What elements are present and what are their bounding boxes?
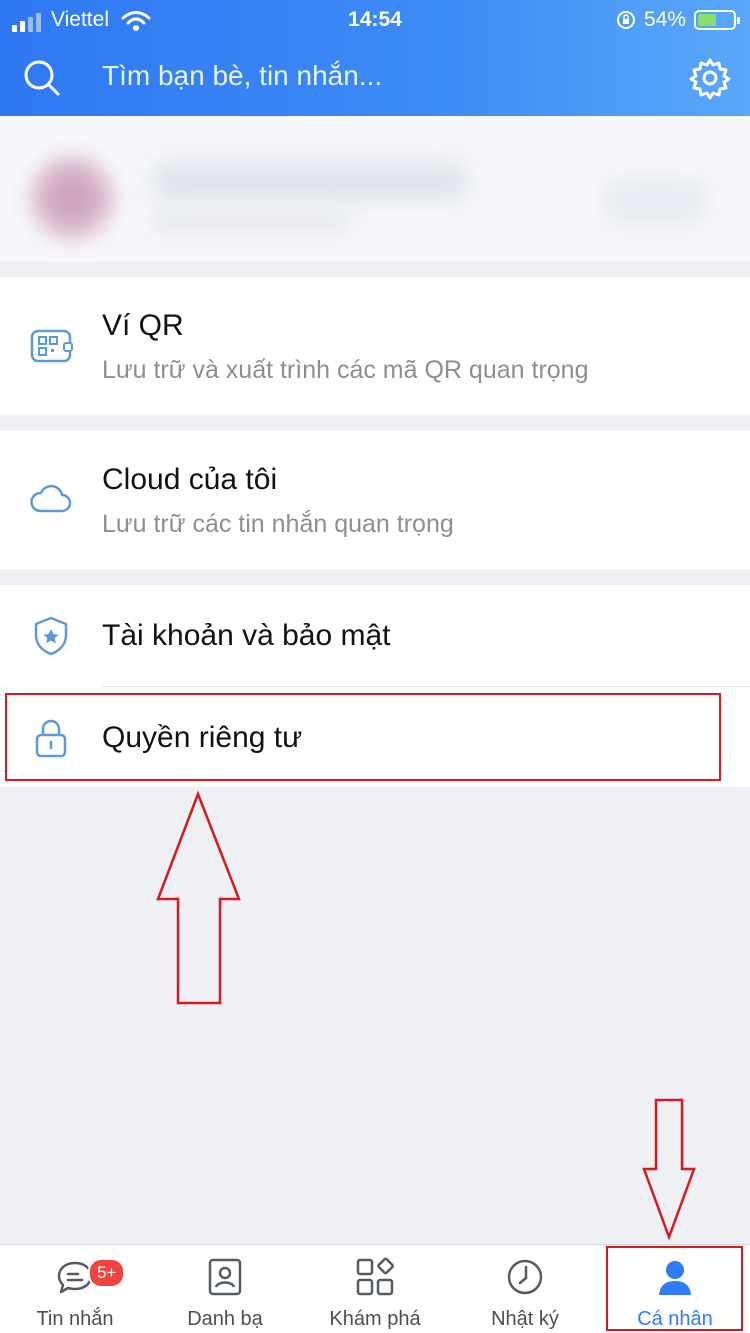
tab-contacts-label: Danh bạ xyxy=(187,1308,263,1330)
cloud-icon xyxy=(30,484,72,513)
contacts-icon xyxy=(208,1258,242,1296)
profile-card-blurred[interactable] xyxy=(0,116,750,262)
top-header: Viettel 14:54 54% Tìm bạn bè, tin nhắn..… xyxy=(0,0,750,116)
qr-wallet-subtitle: Lưu trữ và xuất trình các mã QR quan trọ… xyxy=(102,356,589,384)
status-bar: Viettel 14:54 54% xyxy=(0,0,750,38)
shield-icon xyxy=(34,616,68,656)
cloud-title: Cloud của tôi xyxy=(102,463,278,496)
grid-icon xyxy=(356,1257,394,1296)
menu-item-cloud[interactable]: Cloud của tôi Lưu trữ các tin nhắn quan … xyxy=(0,431,750,569)
search-icon[interactable] xyxy=(22,58,62,98)
qr-wallet-icon xyxy=(30,329,73,363)
up-arrow-annotation xyxy=(156,790,241,1005)
menu-item-account-security[interactable]: Tài khoản và bảo mật xyxy=(0,585,750,686)
tab-timeline[interactable]: Nhật ký xyxy=(450,1245,600,1333)
menu-item-qr-wallet[interactable]: Ví QR Lưu trữ và xuất trình các mã QR qu… xyxy=(0,277,750,415)
down-arrow-annotation xyxy=(642,1098,696,1241)
account-security-title: Tài khoản và bảo mật xyxy=(102,619,391,652)
cloud-subtitle: Lưu trữ các tin nhắn quan trọng xyxy=(102,510,454,538)
profile-action-blurred xyxy=(600,176,710,226)
tab-discover[interactable]: Khám phá xyxy=(300,1245,450,1333)
battery-icon xyxy=(694,10,740,30)
avatar xyxy=(30,156,114,240)
search-input[interactable]: Tìm bạn bè, tin nhắn... xyxy=(102,60,382,92)
tab-contacts[interactable]: Danh bạ xyxy=(150,1245,300,1333)
rotation-lock-icon xyxy=(616,11,635,29)
unread-badge: 5+ xyxy=(88,1258,126,1288)
profile-tab-highlight-box xyxy=(606,1246,743,1331)
gear-icon[interactable] xyxy=(688,56,732,100)
privacy-highlight-box xyxy=(5,693,721,781)
qr-wallet-title: Ví QR xyxy=(102,309,184,342)
clock-icon xyxy=(507,1259,543,1295)
battery-status: 54% xyxy=(616,8,740,32)
tab-timeline-label: Nhật ký xyxy=(491,1308,559,1330)
battery-percent: 54% xyxy=(643,8,686,31)
tab-messages[interactable]: 5+ Tin nhắn xyxy=(0,1245,150,1333)
tab-discover-label: Khám phá xyxy=(329,1308,421,1330)
profile-name-blurred xyxy=(150,161,470,201)
tab-messages-label: Tin nhắn xyxy=(36,1308,114,1330)
profile-subtitle-blurred xyxy=(150,211,350,233)
search-bar[interactable]: Tìm bạn bè, tin nhắn... xyxy=(0,50,750,106)
